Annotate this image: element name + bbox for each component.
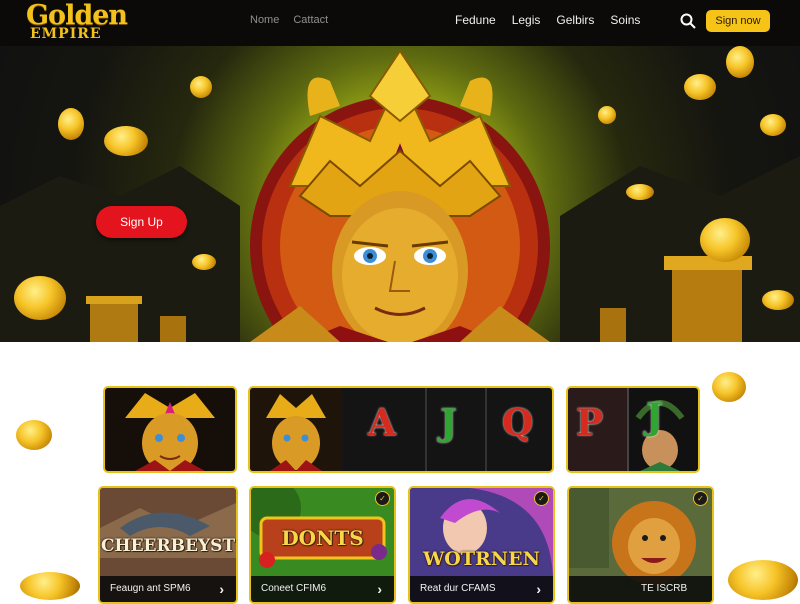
coin-decoration	[712, 372, 746, 402]
game-caption: Coneet CFIM6	[261, 583, 327, 594]
game-card-lion[interactable]: ✓ TE ISCRB	[567, 486, 714, 604]
game-tile-king[interactable]	[103, 386, 237, 473]
coin-decoration	[190, 76, 212, 98]
game-title: CHEERBEYST	[100, 536, 236, 556]
chevron-right-icon[interactable]: ›	[219, 576, 224, 602]
game-card-donts[interactable]: ✓ DONTS Coneet CFIM6 ›	[249, 486, 396, 604]
card-letter-p: P	[576, 402, 604, 444]
coin-decoration	[58, 108, 84, 140]
coin-decoration	[700, 218, 750, 262]
search-icon[interactable]	[679, 12, 697, 30]
hero-artwork	[0, 49, 800, 342]
brand-logo[interactable]: Golden EMPIRE	[26, 0, 136, 42]
game-title: WOTRNEN	[422, 548, 541, 570]
nav-link-contact[interactable]: Cattact	[293, 14, 328, 26]
top-navbar: Golden EMPIRE Nome Cattact Fedune Legis …	[0, 0, 800, 46]
nav-link-features[interactable]: Fedune	[455, 13, 496, 27]
game-caption: Reat dur CFAMS	[420, 583, 496, 594]
coin-decoration	[598, 106, 616, 124]
card-letter-j: J	[440, 402, 458, 444]
chevron-right-icon[interactable]: ›	[377, 576, 382, 602]
card-letter-a: A	[368, 402, 396, 444]
game-tile-jungle-cards[interactable]: P J	[566, 386, 700, 473]
game-caption: TE ISCRB	[641, 583, 688, 594]
game-tile-royal-cards[interactable]: A J Q	[248, 386, 554, 473]
coin-decoration	[760, 114, 786, 136]
coin-decoration	[726, 46, 754, 78]
primary-nav: Fedune Legis Gelbirs Soins	[455, 13, 640, 27]
coin-decoration	[728, 560, 798, 600]
card-letter-q: Q	[502, 402, 534, 444]
card-letter-j: J	[646, 396, 664, 438]
game-title: DONTS	[281, 526, 364, 550]
coin-decoration	[626, 184, 654, 200]
hero-signup-button[interactable]: Sign Up	[96, 206, 187, 238]
game-badge-icon: ✓	[375, 491, 390, 506]
header-signup-button[interactable]: Sign now	[706, 10, 770, 32]
game-card-footer: Reat dur CFAMS ›	[410, 576, 553, 602]
nav-link-soins[interactable]: Soins	[610, 13, 640, 27]
game-card-footer: Coneet CFIM6 ›	[251, 576, 394, 602]
game-card-wotrnen[interactable]: ✓ WOTRNEN Reat dur CFAMS ›	[408, 486, 555, 604]
game-caption: Feaugn ant SPM6	[110, 583, 191, 594]
game-card-footer: Feaugn ant SPM6 ›	[100, 576, 236, 602]
coin-decoration	[762, 290, 794, 310]
brand-line2: EMPIRE	[30, 26, 102, 42]
game-card-cheerbeyst[interactable]: CHEERBEYST Feaugn ant SPM6 ›	[98, 486, 238, 604]
game-badge-icon: ✓	[693, 491, 708, 506]
coin-decoration	[104, 126, 148, 156]
hero-banner: Sign Up	[0, 46, 800, 342]
nav-link-gelbirs[interactable]: Gelbirs	[556, 13, 594, 27]
coin-decoration	[684, 74, 716, 100]
secondary-nav: Nome Cattact	[250, 14, 328, 26]
coin-decoration	[192, 254, 216, 270]
coin-decoration	[20, 572, 80, 600]
nav-link-home[interactable]: Nome	[250, 14, 279, 26]
chevron-right-icon[interactable]: ›	[536, 576, 541, 602]
nav-link-legis[interactable]: Legis	[512, 13, 541, 27]
game-badge-icon: ✓	[534, 491, 549, 506]
coin-decoration	[14, 276, 66, 320]
coin-decoration	[16, 420, 52, 450]
game-card-footer: TE ISCRB	[569, 576, 712, 602]
